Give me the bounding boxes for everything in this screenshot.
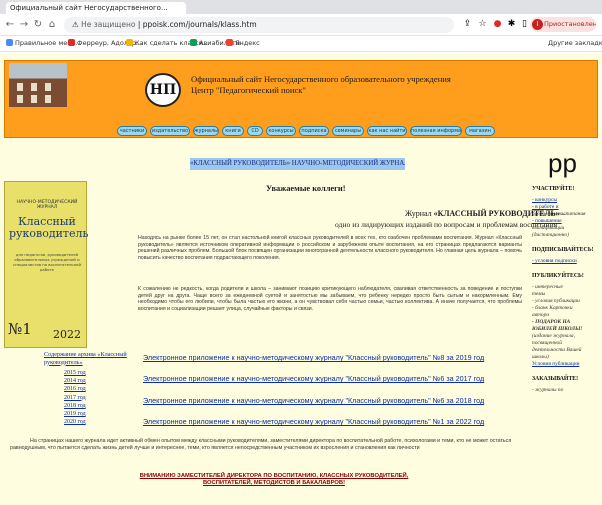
url-text: ppoisk.com/journals/klass.htm (142, 20, 257, 29)
sidepanel-icon[interactable]: ▯ (519, 19, 530, 30)
address-bar[interactable]: ⚠ Не защищено | ppoisk.com/journals/klas… (64, 17, 454, 33)
site-title: Официальный сайт Негосударственного обра… (191, 74, 451, 95)
sidebar-heading: ПУБЛИКУЙТЕСЬ! (532, 273, 584, 279)
archive-year-link[interactable]: 2016 год (64, 385, 86, 393)
browser-tab[interactable]: Официальный сайт Негосударственного... (6, 2, 186, 14)
sidebar-link[interactable]: - условия подписки (532, 258, 598, 265)
notice-heading[interactable]: ВНИМАНИЮ ЗАМЕСТИТЕЛЕЙ ДИРЕКТОРА ПО ВОСПИ… (124, 473, 424, 488)
bookmark-item[interactable]: Яндекс (226, 39, 260, 47)
profile-status: Приостановлено (544, 20, 596, 28)
supplement-link[interactable]: Электронное приложение к научно-методиче… (143, 396, 484, 405)
browser-tabstrip: Официальный сайт Негосударственного... (0, 0, 602, 14)
menu-item[interactable]: подписка (299, 126, 329, 136)
cover-subtitle: для педагогов, руководителей образовател… (13, 252, 81, 272)
back-icon[interactable]: ← (4, 19, 16, 31)
journal-subtitle: одно из лидирующих изданий по вопросам и… (335, 220, 558, 229)
menu-item[interactable]: полезная информация (410, 126, 462, 136)
journal-cover: НАУЧНО-МЕТОДИЧЕСКИЙ ЖУРНАЛ Классный руко… (4, 181, 89, 348)
sidebar-text: квалификации (532, 225, 565, 231)
sidebar-text: посвященной (532, 340, 562, 346)
sidebar-text: - ПОДАРОК НА (532, 319, 571, 325)
menu-item[interactable]: издательство (150, 126, 190, 136)
menu-item[interactable]: книги (222, 126, 244, 136)
profile-button[interactable]: I Приостановлено (530, 17, 596, 32)
archive-year-link[interactable]: 2015 год (64, 369, 86, 377)
sidebar-link[interactable]: Условия публикации (532, 361, 598, 368)
menu-item[interactable]: конкурсы (266, 126, 296, 136)
cover-title: Классный руководитель (9, 215, 89, 240)
greeting-heading: Уважаемые коллеги! (266, 184, 346, 193)
sidebar-text: - условия публикации (532, 298, 580, 304)
home-icon[interactable]: ⌂ (46, 19, 58, 31)
sidebar-link[interactable]: - конкурсы (532, 197, 598, 204)
sidebar-link[interactable]: - повышение (532, 218, 598, 225)
main-menu: частники издательство журналы книги CD к… (117, 126, 597, 138)
overlay-text: pp (548, 148, 577, 178)
warning-icon: ⚠ (72, 20, 79, 29)
star-icon[interactable]: ☆ (477, 19, 488, 30)
avatar: I (532, 19, 543, 30)
cover-top: НАУЧНО-МЕТОДИЧЕСКИЙ ЖУРНАЛ (16, 200, 78, 210)
sidebar-heading: ПОДПИСЫВАЙТЕСЬ! (532, 247, 594, 253)
reload-icon[interactable]: ↻ (32, 19, 44, 31)
menu-item[interactable]: семинары (332, 126, 364, 136)
sidebar-text: темы (532, 291, 546, 297)
supplement-link[interactable]: Электронное приложение к научно-методиче… (143, 353, 484, 362)
forward-icon[interactable]: → (18, 19, 30, 31)
archive-year-link[interactable]: 2019 год (64, 410, 86, 418)
sidebar-link[interactable]: - в работе и (532, 204, 598, 211)
sidebar-text: - бланк Карточки (532, 305, 573, 311)
menu-item[interactable]: как нас найти (367, 126, 407, 136)
bookmarks-bar: Правильное мене... Ферреур, Адоляр... Ка… (0, 36, 602, 52)
sidebar-text: автора (532, 312, 550, 318)
archive-year-link[interactable]: 2020 год (64, 418, 86, 426)
security-label: Не защищено (81, 20, 136, 29)
bookmark-icon (68, 39, 75, 46)
supplement-link[interactable]: Электронное приложение к научно-методиче… (143, 417, 484, 426)
sidebar-text: школы) (532, 354, 549, 360)
menu-item[interactable]: журналы (193, 126, 219, 136)
sidebar-text: проблемам воспитания (532, 211, 586, 217)
web-page: НП Официальный сайт Негосударственного о… (0, 53, 602, 505)
sidebar-text: деятельности Вашей (532, 347, 582, 353)
cover-number: №1 (8, 320, 32, 338)
archive-year-link[interactable]: 2018 год (64, 402, 86, 410)
bottom-paragraph: На страницах нашего журнала идет активны… (10, 438, 512, 451)
bookmark-icon (6, 39, 13, 46)
archive-title-link[interactable]: Содержание архива «Классный руководитель… (44, 351, 138, 366)
building-photo (9, 63, 67, 107)
menu-item[interactable]: магазин (465, 126, 495, 136)
sidebar-text: - журналы по (532, 387, 564, 393)
sidebar-text: - интересные (532, 284, 563, 290)
sidebar-heading: УЧАСТВУЙТЕ! (532, 186, 575, 192)
right-sidebar: УЧАСТВУЙТЕ! - конкурсы - в работе и проб… (532, 178, 598, 394)
bookmark-icon (226, 39, 233, 46)
archive-years: 2015 год 2014 год 2016 год 2017 год 2018… (64, 369, 86, 426)
site-header: НП Официальный сайт Негосударственного о… (4, 60, 598, 138)
sidebar-text: (дистанционно) (532, 232, 569, 238)
supplement-link[interactable]: Электронное приложение к научно-методиче… (143, 374, 484, 383)
other-bookmarks[interactable]: Другие закладки (548, 39, 602, 47)
intro-paragraph: Находясь на рынке более 15 лет, он стал … (138, 235, 522, 261)
bookmark-icon (190, 39, 197, 46)
archive-year-link[interactable]: 2014 год (64, 377, 86, 385)
menu-item[interactable]: CD (247, 126, 263, 136)
bookmark-icon (126, 39, 133, 46)
sidebar-heading: ЗАКАЗЫВАЙТЕ! (532, 376, 579, 382)
cover-year: 2022 (53, 328, 81, 341)
archive-year-link[interactable]: 2017 год (64, 394, 86, 402)
second-paragraph: К сожалению не редкость, когда родители … (138, 286, 522, 312)
browser-toolbar: ← → ↻ ⌂ ⚠ Не защищено | ppoisk.com/journ… (0, 14, 602, 36)
share-icon[interactable]: ⇪ (462, 19, 473, 30)
opera-icon[interactable]: ● (492, 19, 503, 30)
site-logo[interactable]: НП (145, 73, 181, 107)
menu-item[interactable]: частники (117, 126, 147, 136)
journal-banner[interactable]: «КЛАССНЫЙ РУКОВОДИТЕЛЬ» НАУЧНО-МЕТОДИЧЕС… (190, 158, 405, 170)
sidebar-text: ЮБИЛЕЙ ШКОЛЫ! (532, 326, 583, 332)
sidebar-text: (издание журнала, (532, 333, 575, 339)
extensions-icon[interactable]: ✱ (506, 19, 517, 30)
